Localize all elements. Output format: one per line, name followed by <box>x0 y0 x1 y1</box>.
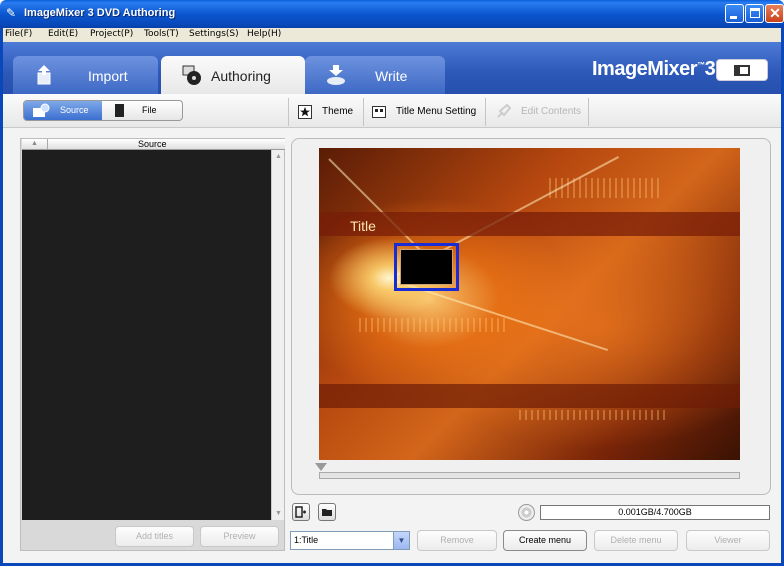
menu-help[interactable]: Help(H) <box>247 29 281 39</box>
add-folder-button[interactable] <box>318 503 336 521</box>
brand-logo: ImageMixer™3 <box>592 58 716 81</box>
theme-button-label: Theme <box>322 106 354 117</box>
source-column-header[interactable]: ▲ Source <box>22 139 285 150</box>
edit-contents-button[interactable]: Edit Contents <box>496 99 586 125</box>
menu-tools[interactable]: Tools(T) <box>144 29 179 39</box>
brand-name: ImageMixer <box>592 58 698 80</box>
maximize-button[interactable] <box>745 4 764 23</box>
toolbar-separator <box>288 98 289 126</box>
source-button-label: Source <box>60 105 89 115</box>
brand-version: 3 <box>704 58 716 80</box>
title-menu-setting-label: Title Menu Setting <box>396 106 477 117</box>
source-list[interactable] <box>22 150 271 520</box>
preview-timeline[interactable] <box>315 463 740 481</box>
theme-button[interactable]: Theme <box>298 99 360 125</box>
star-icon <box>298 105 312 119</box>
close-button[interactable]: ✕ <box>765 4 784 23</box>
tab-import[interactable]: Import <box>13 56 158 96</box>
title-menu-icon <box>372 106 386 118</box>
app-icon: ✎ <box>6 6 17 20</box>
brand-trademark: ™ <box>697 60 705 70</box>
remove-button[interactable]: Remove <box>417 530 497 551</box>
add-chapter-button[interactable] <box>292 503 310 521</box>
source-column-label: Source <box>138 139 167 149</box>
decorative-grid <box>519 410 669 420</box>
source-button[interactable]: Source <box>24 101 102 120</box>
menu-file[interactable]: File(F) <box>5 29 32 39</box>
edit-contents-label: Edit Contents <box>521 106 582 117</box>
source-file-switch: Source File <box>23 100 183 121</box>
add-chapter-icon <box>295 506 306 518</box>
menu-bar: File(F) Edit(E) Project(P) Tools(T) Sett… <box>0 28 784 42</box>
file-icon <box>115 104 124 117</box>
menu-project[interactable]: Project(P) <box>90 29 133 39</box>
decorative-grid <box>549 178 659 198</box>
preview-button[interactable]: Preview <box>200 526 279 547</box>
delete-menu-button[interactable]: Delete menu <box>594 530 678 551</box>
minimize-icon <box>730 16 737 19</box>
tab-write[interactable]: Write <box>305 56 445 96</box>
layout-toggle-button[interactable] <box>716 59 768 81</box>
create-menu-button[interactable]: Create menu <box>503 530 587 551</box>
toolbar-separator <box>363 98 364 126</box>
add-titles-button[interactable]: Add titles <box>115 526 194 547</box>
toolbar-separator <box>485 98 486 126</box>
title-select[interactable]: 1:Title ▼ <box>290 531 410 550</box>
viewer-button[interactable]: Viewer <box>686 530 770 551</box>
toolbar-separator <box>588 98 589 126</box>
edit-contents-icon <box>497 104 511 118</box>
scroll-down-icon[interactable]: ▼ <box>273 508 284 519</box>
tab-write-label: Write <box>375 68 408 84</box>
maximize-icon <box>750 8 760 18</box>
chevron-down-icon[interactable]: ▼ <box>393 532 409 549</box>
title-band <box>319 212 740 236</box>
import-icon <box>37 65 51 85</box>
file-button[interactable]: File <box>102 101 182 120</box>
menu-preview[interactable]: Title <box>319 148 740 460</box>
title-bar: ✎ ImageMixer 3 DVD Authoring ✕ <box>0 0 784 28</box>
title-select-value: 1:Title <box>294 535 319 545</box>
window-title: ImageMixer 3 DVD Authoring <box>24 7 176 19</box>
timeline-marker[interactable] <box>315 463 327 471</box>
panel-icon <box>734 65 750 76</box>
decorative-grid <box>359 318 509 332</box>
file-button-label: File <box>142 105 157 115</box>
timeline-track[interactable] <box>319 472 740 479</box>
write-icon <box>327 65 345 85</box>
scroll-up-icon[interactable]: ▲ <box>273 151 284 162</box>
tab-authoring-label: Authoring <box>211 68 271 84</box>
folder-icon <box>322 509 332 516</box>
sort-icon[interactable]: ▲ <box>22 139 48 149</box>
title-thumbnail[interactable] <box>394 243 459 291</box>
source-scrollbar[interactable]: ▲ ▼ <box>271 150 284 520</box>
authoring-icon <box>182 65 201 85</box>
minimize-button[interactable] <box>725 4 744 23</box>
tab-authoring[interactable]: Authoring <box>161 56 305 96</box>
disc-icon <box>518 504 535 521</box>
title-menu-setting-button[interactable]: Title Menu Setting <box>372 99 482 125</box>
source-icon <box>33 103 50 117</box>
menu-title-text[interactable]: Title <box>350 218 376 234</box>
footer-band <box>319 384 740 408</box>
close-icon: ✕ <box>769 5 781 21</box>
menu-edit[interactable]: Edit(E) <box>48 29 78 39</box>
thumbnail-image <box>400 249 453 285</box>
capacity-indicator: 0.001GB/4.700GB <box>540 505 770 520</box>
tab-import-label: Import <box>88 68 128 84</box>
menu-settings[interactable]: Settings(S) <box>189 29 239 39</box>
